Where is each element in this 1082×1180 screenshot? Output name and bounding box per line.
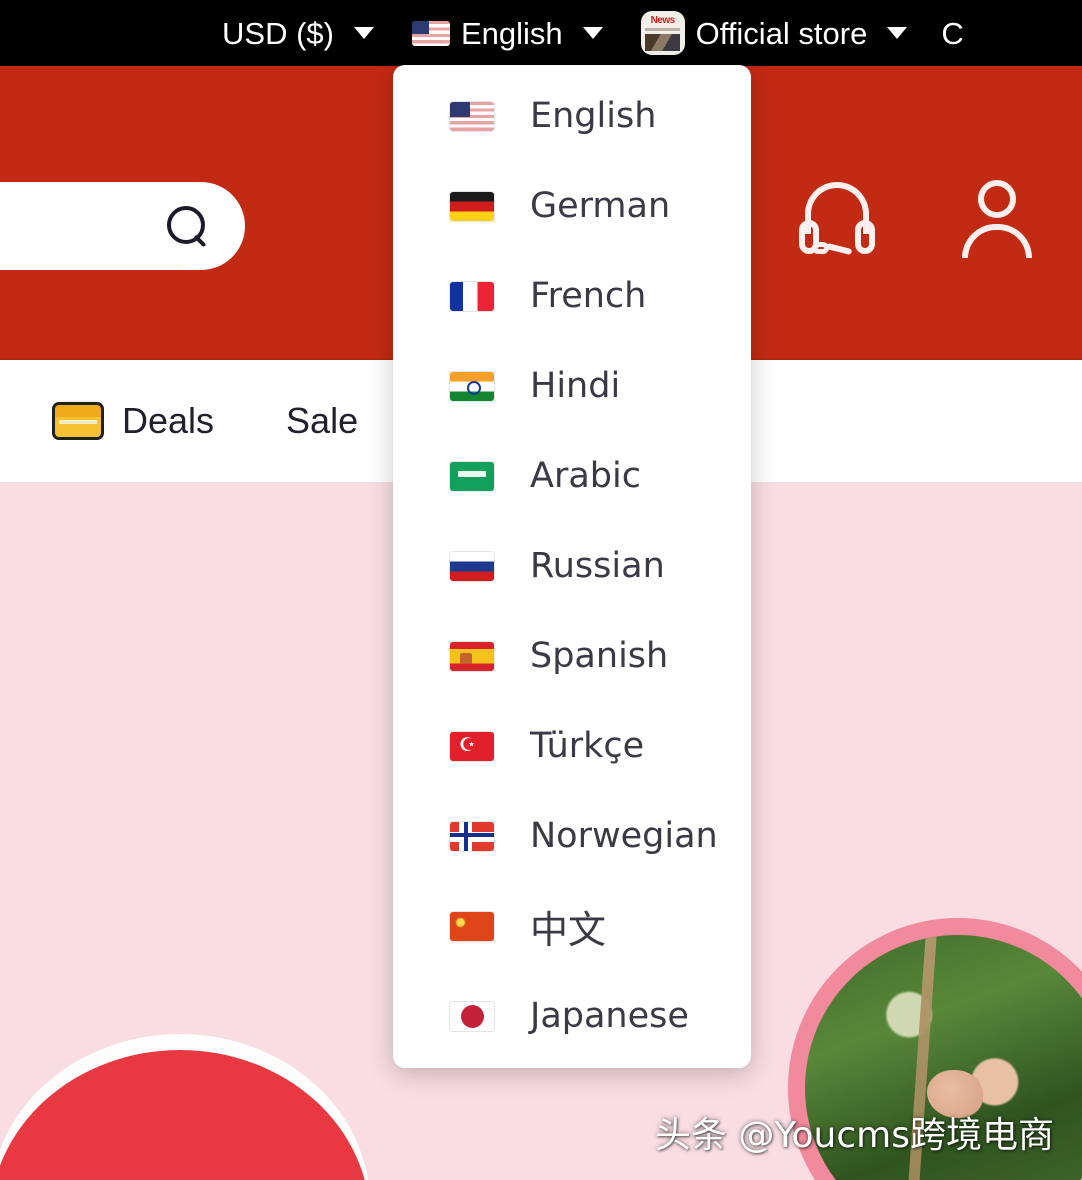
language-option-turkce[interactable]: Türkçe	[393, 701, 751, 791]
search-bar[interactable]	[0, 182, 245, 270]
user-icon[interactable]	[956, 176, 1038, 258]
headset-icon[interactable]	[796, 176, 878, 258]
nav-item-label: Deals	[122, 400, 215, 441]
news-store-icon: News	[640, 11, 685, 55]
language-option-label: Norwegian	[530, 816, 718, 856]
store-masthead: News	[650, 15, 676, 26]
nav-item-label: Sale	[286, 400, 359, 441]
language-option-label: Russian	[530, 546, 665, 586]
page-root: USD ($) English News Official store C De…	[0, 0, 1082, 1180]
nav-item-sale[interactable]: Sale	[286, 400, 358, 442]
header-actions	[796, 176, 1038, 258]
flag-ru-icon	[450, 551, 494, 581]
language-option-label: Japanese	[530, 996, 689, 1036]
flag-fr-icon	[450, 281, 494, 311]
flag-no-icon	[450, 821, 494, 851]
language-option-russian[interactable]: Russian	[393, 521, 751, 611]
search-icon[interactable]	[165, 204, 209, 248]
language-option-label: Türkçe	[530, 726, 645, 766]
language-option-spanish[interactable]: Spanish	[393, 611, 751, 701]
credit-card-icon	[52, 402, 104, 440]
language-option-arabic[interactable]: Arabic	[393, 431, 751, 521]
language-option-label: Hindi	[530, 366, 621, 406]
language-option-label: German	[530, 186, 671, 226]
user-body	[962, 224, 1032, 258]
cut-off-label: C	[941, 17, 964, 49]
chevron-down-icon	[582, 27, 603, 39]
language-option-label: Spanish	[530, 636, 669, 676]
store-selector[interactable]: News Official store	[640, 11, 908, 55]
chevron-down-icon	[887, 27, 908, 39]
headset-boom	[825, 242, 853, 256]
language-option-japanese[interactable]: Japanese	[393, 971, 751, 1061]
language-selector[interactable]: English	[411, 15, 603, 51]
flag-jp-icon	[450, 1001, 494, 1031]
flag-us-icon	[450, 101, 494, 131]
chevron-down-icon	[353, 27, 374, 39]
language-option-label: 中文	[530, 907, 607, 952]
flag-tr-icon	[450, 731, 494, 761]
flag-cn-icon	[450, 911, 494, 941]
store-label: Official store	[695, 15, 868, 51]
language-option-english[interactable]: English	[393, 71, 751, 161]
flag-de-icon	[450, 191, 494, 221]
language-option-norwegian[interactable]: Norwegian	[393, 791, 751, 881]
flag-in-icon	[450, 371, 494, 401]
user-head	[978, 180, 1016, 218]
headset-ear-right	[855, 220, 875, 254]
language-option-french[interactable]: French	[393, 251, 751, 341]
flag-es-icon	[450, 641, 494, 671]
currency-selector[interactable]: USD ($)	[222, 18, 374, 49]
nav-item-deals[interactable]: Deals	[52, 400, 214, 442]
language-dropdown-menu: English German French Hindi Arabic Russi…	[393, 65, 751, 1068]
top-utility-bar: USD ($) English News Official store C	[0, 0, 1082, 66]
currency-label: USD ($)	[222, 15, 334, 51]
flag-us-icon	[411, 20, 450, 46]
watermark: 头条 @Youcms跨境电商	[654, 1115, 1054, 1156]
cut-off-item[interactable]: C	[941, 18, 963, 49]
banner-swoosh-decoration	[0, 1050, 370, 1180]
headset-mic	[812, 242, 829, 254]
language-option-label: French	[530, 276, 647, 316]
language-option-hindi[interactable]: Hindi	[393, 341, 751, 431]
language-option-label: Arabic	[530, 456, 641, 496]
store-thumb	[645, 34, 680, 51]
language-option-german[interactable]: German	[393, 161, 751, 251]
flag-sa-icon	[450, 461, 494, 491]
language-option-chinese[interactable]: 中文	[393, 881, 751, 971]
language-label: English	[460, 15, 563, 51]
store-rule	[645, 28, 680, 31]
language-option-label: English	[530, 96, 657, 136]
